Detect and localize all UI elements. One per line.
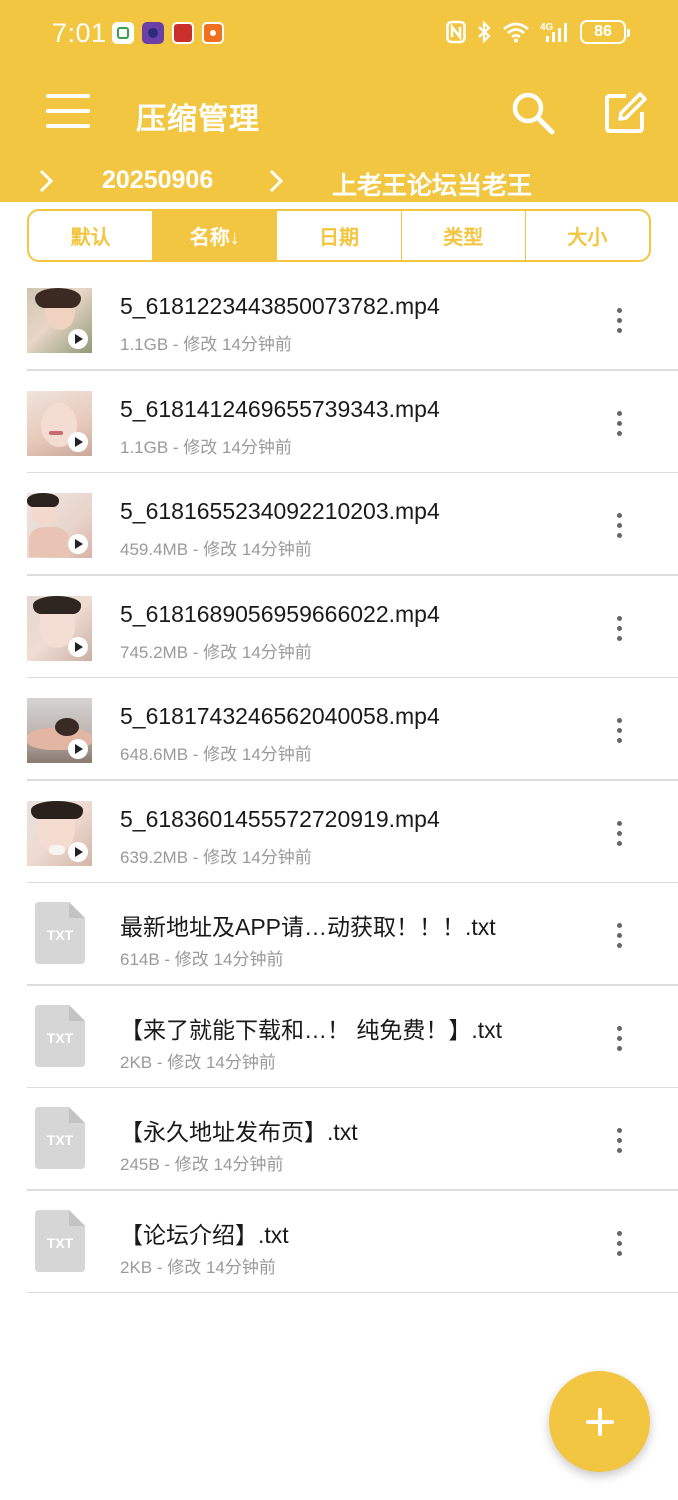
video-thumbnail xyxy=(27,288,92,353)
play-icon xyxy=(68,636,88,657)
svg-text:4G: 4G xyxy=(540,22,554,33)
play-icon xyxy=(68,841,88,862)
bluetooth-icon xyxy=(478,20,491,44)
search-button[interactable] xyxy=(510,90,556,136)
camera-app-icon xyxy=(142,22,164,44)
breadcrumb: 20250906 上老王论坛当老王 xyxy=(0,160,678,200)
more-options-icon[interactable] xyxy=(604,306,634,336)
sort-tab-type[interactable]: 类型 xyxy=(402,211,526,260)
video-thumbnail xyxy=(27,493,92,558)
edit-icon xyxy=(605,92,647,133)
file-name: 5_6181223443850073782.mp4 xyxy=(120,293,440,319)
breadcrumb-item-folder[interactable]: 上老王论坛当老王 xyxy=(332,166,532,202)
video-thumbnail xyxy=(27,595,92,661)
chevron-right-icon xyxy=(39,169,54,193)
video-thumbnail xyxy=(27,698,92,763)
file-row[interactable]: 5_6181743246562040058.mp4 648.6MB - 修改 1… xyxy=(0,678,678,781)
file-name: 5_6181743246562040058.mp4 xyxy=(120,703,440,729)
more-options-icon[interactable] xyxy=(604,1229,634,1259)
file-meta: 2KB - 修改 14分钟前 xyxy=(120,1052,276,1072)
notification-icons xyxy=(112,22,224,44)
sort-tab-date[interactable]: 日期 xyxy=(277,211,402,260)
file-name: 【论坛介绍】.txt xyxy=(120,1221,289,1248)
file-row[interactable]: 5_6181412469655739343.mp4 1.1GB - 修改 14分… xyxy=(0,371,678,473)
play-icon xyxy=(68,431,88,452)
file-name: 5_6181412469655739343.mp4 xyxy=(120,395,440,422)
battery-indicator: 86 xyxy=(580,20,630,44)
more-options-icon[interactable] xyxy=(604,1024,634,1054)
page-title: 压缩管理 xyxy=(136,103,260,136)
divider xyxy=(27,1291,678,1293)
file-meta: 614B - 修改 14分钟前 xyxy=(120,950,284,969)
file-row[interactable]: 5_6183601455572720919.mp4 639.2MB - 修改 1… xyxy=(0,781,678,883)
add-fab-button[interactable] xyxy=(549,1371,650,1472)
file-meta: 639.2MB - 修改 14分钟前 xyxy=(120,847,312,867)
play-icon xyxy=(68,534,88,554)
sort-tabs: 默认 名称↓ 日期 类型 大小 xyxy=(27,209,651,262)
more-options-icon[interactable] xyxy=(604,511,634,541)
file-name: 【来了就能下载和…！ 纯免费！】.txt xyxy=(120,1016,503,1043)
txt-file-icon: TXT xyxy=(35,1004,85,1067)
file-row[interactable]: 5_6181655234092210203.mp4 459.4MB - 修改 1… xyxy=(0,473,678,576)
svg-text:TXT: TXT xyxy=(47,1132,74,1148)
file-name: 最新地址及APP请…动获取！！！.txt xyxy=(120,914,496,940)
red-app-icon xyxy=(172,22,194,44)
txt-file-icon: TXT xyxy=(35,1107,85,1169)
orange-app-icon xyxy=(202,22,224,44)
video-thumbnail xyxy=(27,800,92,866)
status-bar: 7:01 4G 86 xyxy=(0,0,678,68)
more-options-icon[interactable] xyxy=(604,819,634,849)
file-meta: 1.1GB - 修改 14分钟前 xyxy=(120,437,292,457)
play-icon xyxy=(68,329,88,349)
file-row[interactable]: 5_6181689056959666022.mp4 745.2MB - 修改 1… xyxy=(0,576,678,678)
signal-4g-icon: 4G xyxy=(540,22,567,42)
menu-icon xyxy=(46,94,90,98)
menu-icon-bar xyxy=(46,109,90,113)
status-right: 4G 86 xyxy=(446,20,630,44)
app-bar: 压缩管理 xyxy=(0,76,678,152)
menu-button[interactable] xyxy=(46,90,90,132)
txt-file-icon: TXT xyxy=(35,1209,85,1272)
svg-text:TXT: TXT xyxy=(47,1235,74,1251)
search-icon xyxy=(512,92,555,135)
more-options-icon[interactable] xyxy=(604,716,634,746)
file-row[interactable]: TXT 【永久地址发布页】.txt 245B - 修改 14分钟前 xyxy=(0,1088,678,1191)
file-name: 5_6183601455572720919.mp4 xyxy=(120,805,440,832)
file-row[interactable]: TXT 【来了就能下载和…！ 纯免费！】.txt 2KB - 修改 14分钟前 xyxy=(0,986,678,1088)
sort-tab-default[interactable]: 默认 xyxy=(29,211,154,260)
txt-file-icon: TXT xyxy=(35,902,85,964)
file-meta: 459.4MB - 修改 14分钟前 xyxy=(120,540,312,559)
sort-tab-name[interactable]: 名称↓ xyxy=(153,211,278,260)
file-row[interactable]: TXT 最新地址及APP请…动获取！！！.txt 614B - 修改 14分钟前 xyxy=(0,883,678,986)
file-name: 5_6181689056959666022.mp4 xyxy=(120,600,440,627)
breadcrumb-item-date[interactable]: 20250906 xyxy=(102,166,213,195)
more-options-icon[interactable] xyxy=(604,1126,634,1156)
video-thumbnail xyxy=(27,390,92,456)
file-row[interactable]: TXT 【论坛介绍】.txt 2KB - 修改 14分钟前 xyxy=(0,1191,678,1293)
home-app-icon xyxy=(112,22,134,44)
svg-text:TXT: TXT xyxy=(47,1030,74,1046)
svg-text:TXT: TXT xyxy=(47,927,74,943)
file-meta: 245B - 修改 14分钟前 xyxy=(120,1155,284,1174)
more-options-icon[interactable] xyxy=(604,409,634,439)
file-meta: 648.6MB - 修改 14分钟前 xyxy=(120,745,312,764)
chevron-right-icon xyxy=(269,169,284,193)
wifi-icon xyxy=(503,22,529,43)
nfc-icon xyxy=(446,20,466,44)
file-meta: 1.1GB - 修改 14分钟前 xyxy=(120,335,292,354)
top-app-bar: 7:01 4G 86 压缩管理 20250906 上老王论坛当老王 xyxy=(0,0,678,202)
file-meta: 745.2MB - 修改 14分钟前 xyxy=(120,642,312,662)
more-options-icon[interactable] xyxy=(604,921,634,951)
sort-tab-size[interactable]: 大小 xyxy=(526,211,649,260)
file-name: 【永久地址发布页】.txt xyxy=(120,1119,358,1145)
menu-icon-bar xyxy=(46,124,90,128)
file-name: 5_6181655234092210203.mp4 xyxy=(120,498,440,524)
more-options-icon[interactable] xyxy=(604,614,634,644)
file-meta: 2KB - 修改 14分钟前 xyxy=(120,1257,276,1277)
edit-button[interactable] xyxy=(602,90,648,136)
play-icon xyxy=(68,739,88,759)
status-time: 7:01 xyxy=(52,18,107,48)
file-list: 5_6181223443850073782.mp4 1.1GB - 修改 14分… xyxy=(0,268,678,1293)
file-row[interactable]: 5_6181223443850073782.mp4 1.1GB - 修改 14分… xyxy=(0,268,678,371)
